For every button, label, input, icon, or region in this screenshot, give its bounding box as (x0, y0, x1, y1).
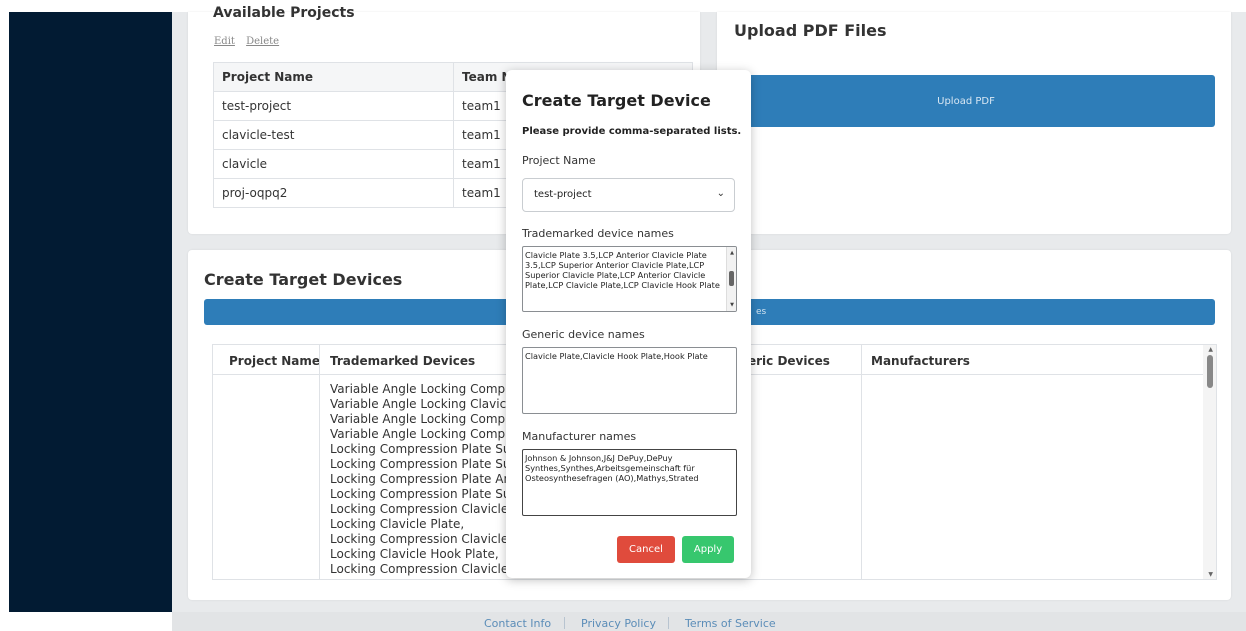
generic-label: Generic device names (522, 328, 645, 341)
apply-button[interactable]: Apply (682, 536, 734, 563)
trademarked-textarea-value: Clavicle Plate 3.5,LCP Anterior Clavicle… (525, 250, 720, 290)
textarea-scrollbar[interactable]: ▲ ▼ (726, 247, 736, 311)
modal-title: Create Target Device (522, 91, 711, 110)
generic-textarea-value: Clavicle Plate,Clavicle Hook Plate,Hook … (525, 351, 708, 361)
manufacturer-label: Manufacturer names (522, 430, 637, 443)
project-name-label: Project Name (522, 154, 596, 167)
manufacturer-textarea-value: Johnson & Johnson,J&J DePuy,DePuy Synthe… (525, 453, 699, 483)
generic-textarea[interactable]: Clavicle Plate,Clavicle Hook Plate,Hook … (522, 347, 737, 414)
scroll-up-arrow-icon[interactable]: ▲ (730, 248, 734, 258)
manufacturer-textarea[interactable]: Johnson & Johnson,J&J DePuy,DePuy Synthe… (522, 449, 737, 516)
trademarked-textarea[interactable]: Clavicle Plate 3.5,LCP Anterior Clavicle… (522, 246, 737, 312)
create-target-device-modal: Create Target Device Please provide comm… (506, 70, 751, 578)
cancel-button[interactable]: Cancel (617, 536, 675, 563)
trademarked-label: Trademarked device names (522, 227, 674, 240)
modal-subtitle: Please provide comma-separated lists. (522, 126, 742, 137)
chevron-down-icon: ⌄ (716, 188, 725, 199)
scrollbar-thumb[interactable] (729, 271, 734, 287)
project-name-select[interactable]: test-project ⌄ (522, 178, 735, 212)
project-name-select-value: test-project (534, 189, 592, 200)
scroll-down-arrow-icon[interactable]: ▼ (730, 300, 734, 310)
